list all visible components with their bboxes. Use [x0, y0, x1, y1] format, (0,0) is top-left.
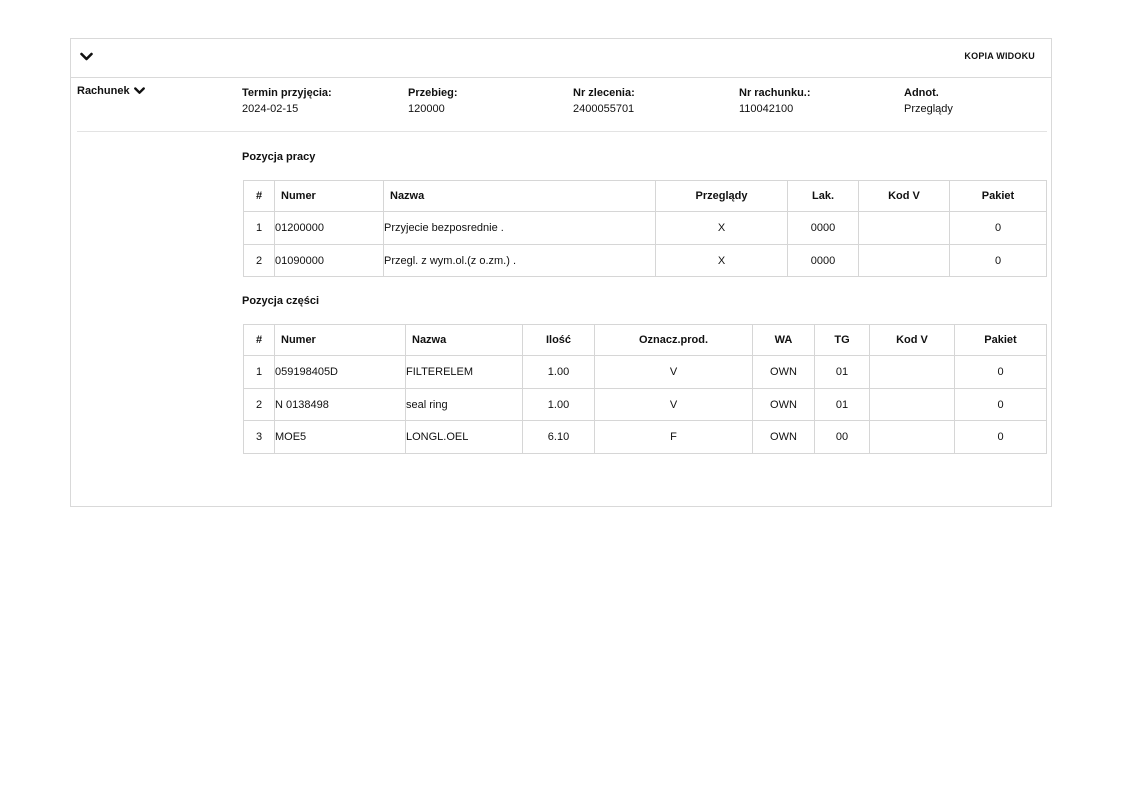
invoice-panel: KOPIA WIDOKU Rachunek Termin przyjęcia: …: [70, 38, 1052, 507]
column-header: Numer: [274, 324, 406, 356]
meta-value: Przeglądy: [904, 103, 953, 115]
work-positions-table: # Numer Nazwa Przeglądy Lak. Kod V Pakie…: [243, 180, 1047, 277]
table-cell: 01200000: [274, 211, 384, 245]
meta-value: 2024-02-15: [242, 103, 299, 115]
column-header: #: [243, 180, 275, 212]
meta-field-termin: Termin przyjęcia: 2024-02-15: [242, 86, 332, 116]
column-header: TG: [814, 324, 870, 356]
column-header: Pakiet: [954, 324, 1047, 356]
table-cell: 0000: [787, 244, 859, 277]
section-title: Rachunek: [77, 85, 130, 97]
column-header: Nazwa: [383, 180, 656, 212]
table-cell: V: [594, 355, 753, 389]
column-header: WA: [752, 324, 815, 356]
column-header: Kod V: [858, 180, 950, 212]
table-cell: [858, 244, 950, 277]
table-cell: OWN: [752, 420, 815, 454]
chevron-down-icon[interactable]: [80, 52, 94, 64]
chevron-down-icon: [133, 87, 145, 94]
meta-label: Nr rachunku.:: [739, 87, 811, 99]
meta-label: Nr zlecenia:: [573, 87, 635, 99]
table-cell: [869, 355, 955, 389]
table-cell: 0: [954, 388, 1047, 421]
table-cell: 6.10: [522, 420, 595, 454]
table-cell: X: [655, 244, 788, 277]
table-cell: Przyjecie bezposrednie .: [383, 211, 656, 245]
table-cell: 0000: [787, 211, 859, 245]
meta-label: Adnot.: [904, 87, 939, 99]
table-row: 2 01090000 Przegl. z wym.ol.(z o.zm.) . …: [243, 244, 1047, 277]
table-cell: [869, 388, 955, 421]
table-cell: 3: [243, 420, 275, 454]
table-cell: seal ring: [405, 388, 523, 421]
table-cell: 0: [954, 355, 1047, 389]
table-cell: 059198405D: [274, 355, 406, 389]
work-section-title: Pozycja pracy: [242, 151, 316, 163]
table-cell: 00: [814, 420, 870, 454]
panel-toolbar: KOPIA WIDOKU: [71, 39, 1051, 78]
meta-value: 110042100: [739, 103, 794, 115]
column-header: Oznacz.prod.: [594, 324, 753, 356]
column-header: Nazwa: [405, 324, 523, 356]
column-header: Numer: [274, 180, 384, 212]
divider: [77, 131, 1047, 132]
table-row: 1 059198405D FILTERELEM 1.00 V OWN 01 0: [243, 355, 1047, 389]
table-row: 2 N 0138498 seal ring 1.00 V OWN 01 0: [243, 388, 1047, 421]
meta-field-nr-rachunku: Nr rachunku.: 110042100: [739, 86, 811, 116]
meta-field-adnot: Adnot. Przeglądy: [904, 86, 953, 116]
meta-value: 2400055701: [573, 103, 635, 115]
table-header-row: # Numer Nazwa Ilość Oznacz.prod. WA TG K…: [243, 324, 1047, 356]
parts-positions-table: # Numer Nazwa Ilość Oznacz.prod. WA TG K…: [243, 324, 1047, 454]
table-header-row: # Numer Nazwa Przeglądy Lak. Kod V Pakie…: [243, 180, 1047, 212]
meta-label: Termin przyjęcia:: [242, 87, 332, 99]
table-cell: MOE5: [274, 420, 406, 454]
table-cell: N 0138498: [274, 388, 406, 421]
table-cell: F: [594, 420, 753, 454]
table-cell: 2: [243, 388, 275, 421]
table-cell: 01090000: [274, 244, 384, 277]
table-row: 1 01200000 Przyjecie bezposrednie . X 00…: [243, 211, 1047, 245]
table-cell: 0: [949, 244, 1047, 277]
column-header: Lak.: [787, 180, 859, 212]
section-toggle-rachunek[interactable]: Rachunek: [77, 85, 145, 97]
table-cell: OWN: [752, 388, 815, 421]
table-cell: 1.00: [522, 355, 595, 389]
table-cell: [869, 420, 955, 454]
table-cell: [858, 211, 950, 245]
table-cell: 01: [814, 355, 870, 389]
table-cell: LONGL.OEL: [405, 420, 523, 454]
table-cell: FILTERELEM: [405, 355, 523, 389]
copy-view-button[interactable]: KOPIA WIDOKU: [964, 51, 1035, 61]
column-header: Ilość: [522, 324, 595, 356]
table-cell: V: [594, 388, 753, 421]
table-cell: 1: [243, 211, 275, 245]
table-cell: 1.00: [522, 388, 595, 421]
column-header: Przeglądy: [655, 180, 788, 212]
table-cell: 0: [954, 420, 1047, 454]
column-header: #: [243, 324, 275, 356]
meta-label: Przebieg:: [408, 87, 458, 99]
table-cell: 01: [814, 388, 870, 421]
meta-value: 120000: [408, 103, 445, 115]
table-row: 3 MOE5 LONGL.OEL 6.10 F OWN 00 0: [243, 420, 1047, 454]
column-header: Kod V: [869, 324, 955, 356]
parts-section-title: Pozycja części: [242, 295, 320, 307]
table-cell: 2: [243, 244, 275, 277]
table-cell: X: [655, 211, 788, 245]
table-cell: 0: [949, 211, 1047, 245]
meta-field-nr-zlecenia: Nr zlecenia: 2400055701: [573, 86, 635, 116]
table-cell: Przegl. z wym.ol.(z o.zm.) .: [383, 244, 656, 277]
table-cell: 1: [243, 355, 275, 389]
table-cell: OWN: [752, 355, 815, 389]
column-header: Pakiet: [949, 180, 1047, 212]
meta-field-przebieg: Przebieg: 120000: [408, 86, 458, 116]
